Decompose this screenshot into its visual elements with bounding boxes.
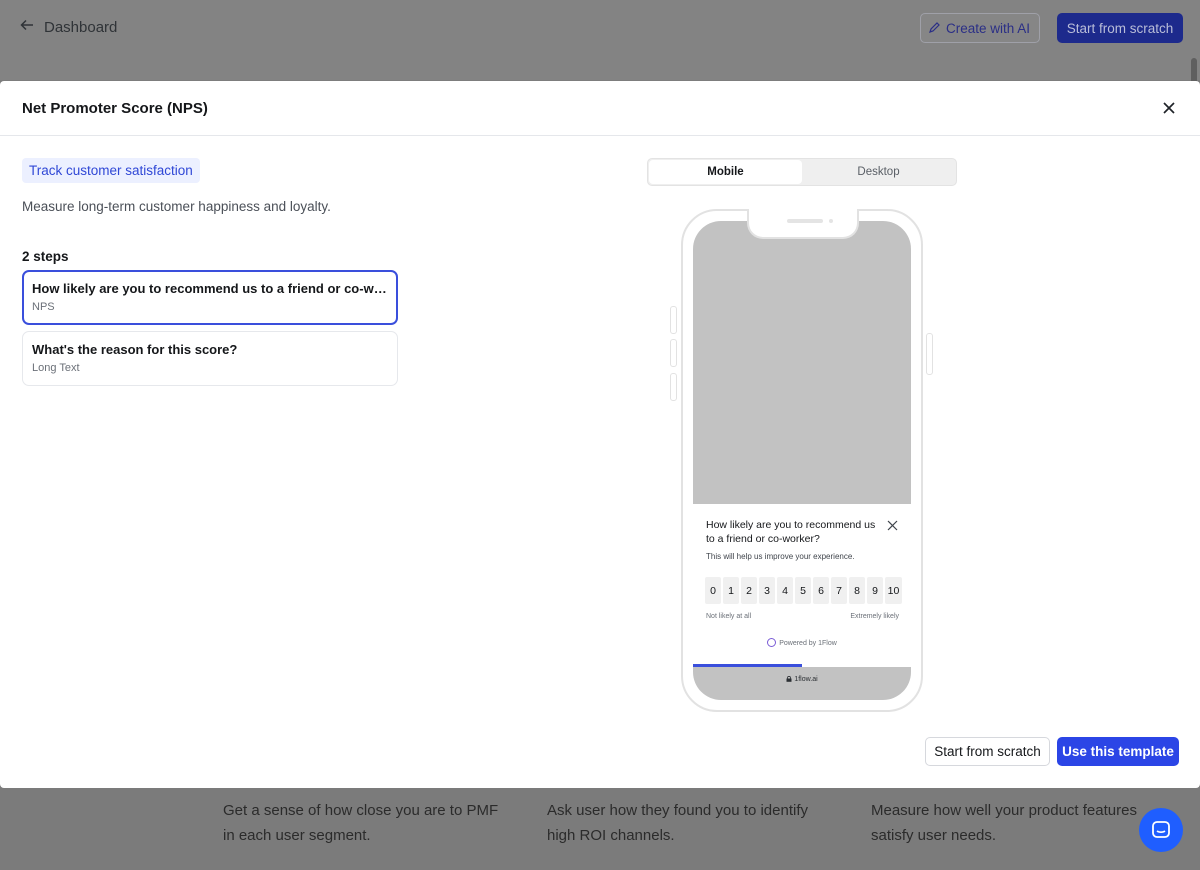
template-description: Measure long-term customer happiness and… <box>22 199 331 214</box>
lock-icon <box>786 675 792 682</box>
modal-title: Net Promoter Score (NPS) <box>22 100 208 117</box>
step-card-1[interactable]: How likely are you to recommend us to a … <box>22 270 398 325</box>
close-icon[interactable] <box>887 518 898 531</box>
tab-desktop[interactable]: Desktop <box>802 160 955 184</box>
1flow-logo-icon <box>767 638 777 647</box>
template-card-description: Ask user how they found you to identify … <box>547 802 808 844</box>
powered-by-label: Powered by 1Flow <box>779 640 837 647</box>
template-preview-modal: Net Promoter Score (NPS) Track customer … <box>0 81 1200 788</box>
phone-side-button <box>670 306 677 334</box>
chat-launcher-button[interactable] <box>1139 808 1183 852</box>
step-title: How likely are you to recommend us to a … <box>32 281 388 296</box>
nps-option[interactable]: 9 <box>867 577 883 604</box>
mobile-preview-frame: How likely are you to recommend us to a … <box>681 209 923 712</box>
survey-widget: How likely are you to recommend us to a … <box>693 504 911 664</box>
chat-icon <box>1152 821 1170 838</box>
nps-option[interactable]: 6 <box>813 577 829 604</box>
nps-option[interactable]: 8 <box>849 577 865 604</box>
phone-side-button <box>670 339 677 367</box>
start-from-scratch-button[interactable]: Start from scratch <box>925 737 1050 766</box>
create-with-ai-button[interactable]: Create with AI <box>920 13 1040 43</box>
phone-screen: How likely are you to recommend us to a … <box>693 221 911 700</box>
survey-question: How likely are you to recommend us to a … <box>706 519 876 545</box>
nps-option[interactable]: 1 <box>723 577 739 604</box>
start-from-scratch-header-button[interactable]: Start from scratch <box>1057 13 1183 43</box>
survey-subtext: This will help us improve your experienc… <box>706 552 855 561</box>
url-text: 1flow.ai <box>794 676 818 683</box>
nps-option[interactable]: 0 <box>705 577 721 604</box>
nps-option[interactable]: 2 <box>741 577 757 604</box>
use-template-button[interactable]: Use this template <box>1057 737 1179 766</box>
pencil-icon <box>929 21 946 36</box>
background-header: Dashboard Create with AI Start from scra… <box>0 0 1200 80</box>
template-card-description: Measure how well your product features s… <box>871 802 1137 844</box>
phone-speaker <box>787 219 823 223</box>
step-title: What's the reason for this score? <box>32 342 238 357</box>
close-icon[interactable] <box>1161 100 1177 116</box>
back-to-dashboard-link[interactable]: Dashboard <box>20 18 117 36</box>
tab-mobile[interactable]: Mobile <box>649 160 802 184</box>
steps-count: 2 steps <box>22 249 69 264</box>
nps-option[interactable]: 7 <box>831 577 847 604</box>
phone-side-button <box>670 373 677 401</box>
scale-high-label: Extremely likely <box>850 613 899 620</box>
back-label: Dashboard <box>44 18 118 36</box>
nps-scale: 0 1 2 3 4 5 6 7 8 9 10 <box>705 577 902 604</box>
phone-side-button <box>926 333 933 375</box>
nps-option[interactable]: 3 <box>759 577 775 604</box>
browser-url: 1flow.ai <box>693 675 911 683</box>
device-toggle: Mobile Desktop <box>647 158 957 186</box>
step-type: Long Text <box>32 362 80 374</box>
scale-low-label: Not likely at all <box>706 613 752 620</box>
nps-option[interactable]: 5 <box>795 577 811 604</box>
step-type: NPS <box>32 301 55 313</box>
survey-progress-bar <box>693 664 911 667</box>
phone-notch <box>747 209 859 239</box>
phone-camera <box>829 219 833 223</box>
step-card-2[interactable]: What's the reason for this score? Long T… <box>22 331 398 386</box>
template-card-description: Get a sense of how close you are to PMF … <box>223 802 499 844</box>
nps-option[interactable]: 10 <box>885 577 902 604</box>
modal-header: Net Promoter Score (NPS) <box>0 81 1200 136</box>
create-with-ai-label: Create with AI <box>946 20 1031 36</box>
survey-progress-fill <box>693 664 802 667</box>
category-tag: Track customer satisfaction <box>22 158 200 183</box>
arrow-left-icon <box>20 18 34 36</box>
powered-by: Powered by 1Flow <box>693 638 911 647</box>
nps-option[interactable]: 4 <box>777 577 793 604</box>
